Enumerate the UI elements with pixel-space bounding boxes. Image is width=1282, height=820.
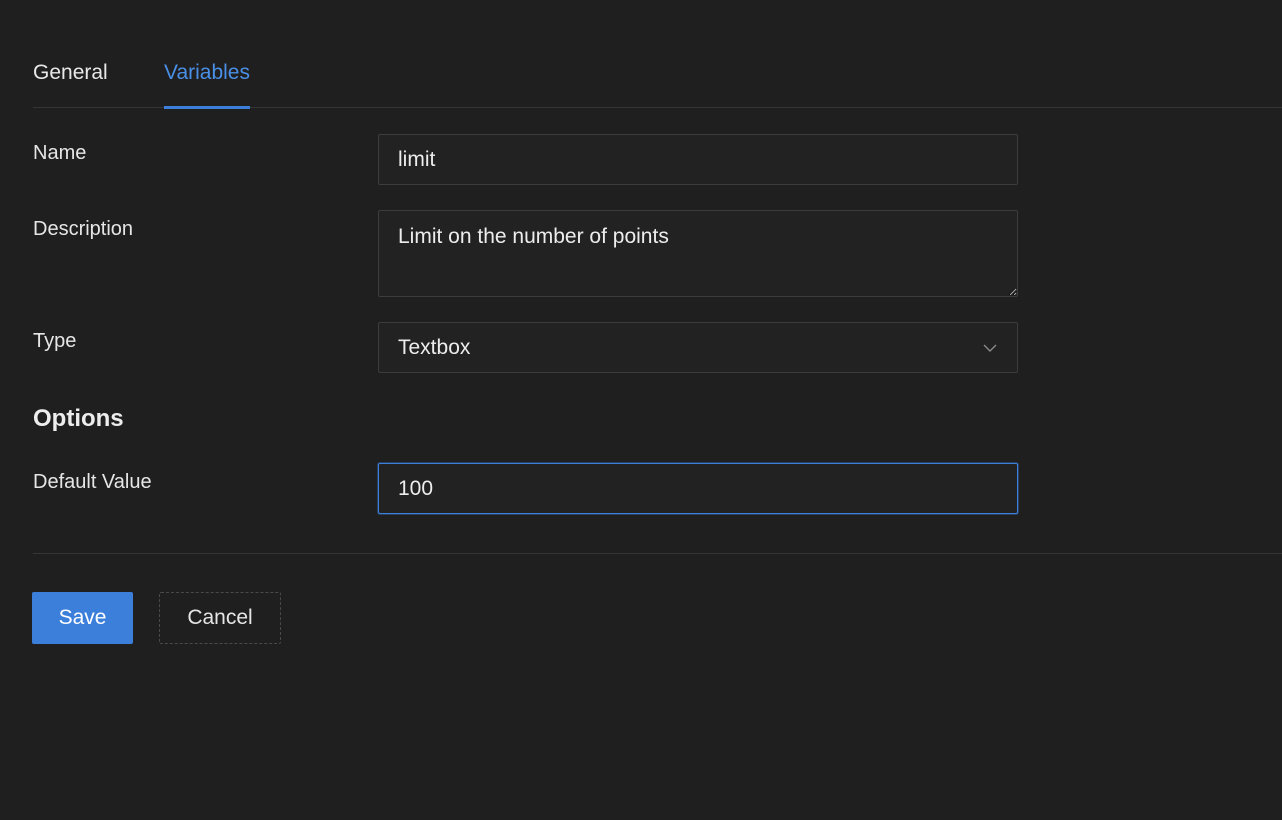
type-select-value: Textbox	[398, 335, 471, 359]
name-input[interactable]	[378, 134, 1018, 185]
default-value-input[interactable]	[378, 463, 1018, 514]
type-select[interactable]: Textbox	[378, 322, 1018, 373]
description-label: Description	[33, 218, 134, 240]
variable-editor: General Variables Name Description Limit…	[0, 0, 1282, 820]
tab-variables[interactable]: Variables	[164, 60, 250, 109]
divider	[33, 553, 1282, 554]
default-value-label: Default Value	[33, 471, 152, 493]
save-button[interactable]: Save	[32, 592, 133, 644]
options-heading: Options	[33, 405, 124, 432]
name-label: Name	[33, 142, 87, 164]
description-textarea[interactable]: Limit on the number of points	[378, 210, 1018, 297]
chevron-down-icon	[981, 339, 999, 357]
tab-bar: General Variables	[33, 0, 1282, 109]
cancel-button[interactable]: Cancel	[159, 592, 281, 644]
type-label: Type	[33, 330, 77, 352]
tab-general[interactable]: General	[33, 60, 108, 108]
